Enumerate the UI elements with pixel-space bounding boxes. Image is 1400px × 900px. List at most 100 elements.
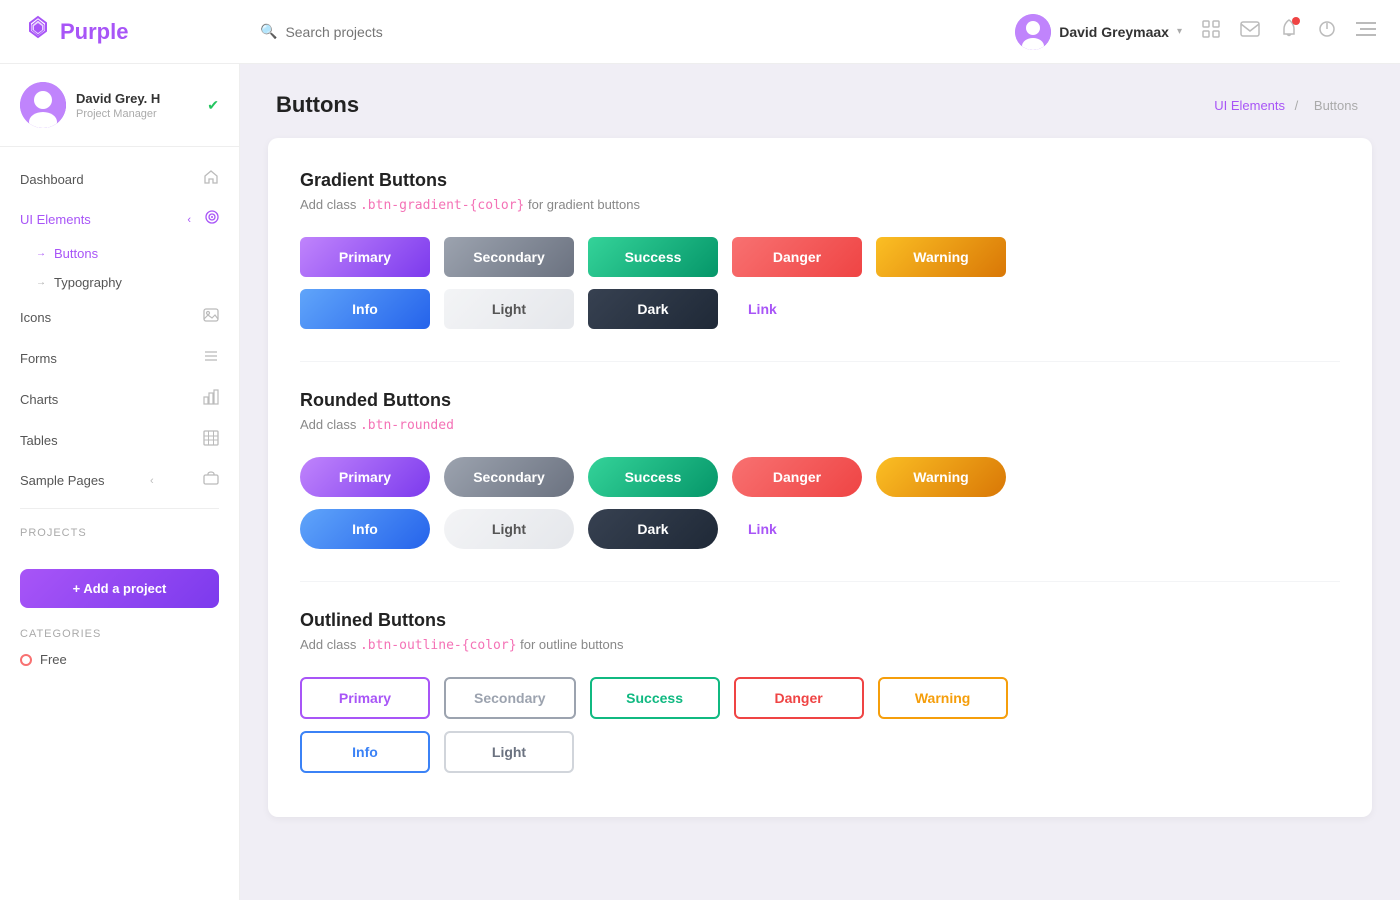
btn-outlined-secondary[interactable]: Secondary — [444, 677, 576, 719]
buttons-label: Buttons — [54, 246, 98, 261]
target-icon — [205, 210, 219, 229]
typography-label: Typography — [54, 275, 122, 290]
free-dot-icon — [20, 654, 32, 666]
sidebar-item-tables[interactable]: Tables — [0, 420, 239, 461]
sidebar-user-info: David Grey. H Project Manager — [76, 91, 160, 120]
ui-elements-label: UI Elements — [20, 212, 91, 227]
sidebar: David Grey. H Project Manager ✔ Dashboar… — [0, 64, 240, 900]
btn-rounded-info[interactable]: Info — [300, 509, 430, 549]
sidebar-item-sample-pages[interactable]: Sample Pages ‹ — [0, 461, 239, 500]
bell-icon[interactable] — [1280, 19, 1298, 44]
sidebar-item-charts[interactable]: Charts — [0, 379, 239, 420]
tables-label: Tables — [20, 433, 58, 448]
search-icon: 🔍 — [260, 23, 277, 40]
sidebar-free-item[interactable]: Free — [0, 644, 239, 675]
add-project-button[interactable]: + Add a project — [20, 569, 219, 608]
user-area[interactable]: David Greymaax ▾ — [1015, 14, 1182, 50]
btn-rounded-danger[interactable]: Danger — [732, 457, 862, 497]
projects-label: Projects — [20, 527, 219, 539]
btn-rounded-secondary[interactable]: Secondary — [444, 457, 574, 497]
btn-gradient-danger[interactable]: Danger — [732, 237, 862, 277]
rounded-btn-row-2: Info Light Dark Link — [300, 509, 1340, 549]
sidebar-submenu: → Buttons → Typography — [0, 239, 239, 297]
dashboard-label: Dashboard — [20, 172, 84, 187]
sidebar-user-role: Project Manager — [76, 108, 160, 120]
btn-gradient-link[interactable]: Link — [732, 289, 793, 329]
breadcrumb-parent[interactable]: UI Elements — [1214, 98, 1285, 113]
btn-gradient-light[interactable]: Light — [444, 289, 574, 329]
btn-gradient-dark[interactable]: Dark — [588, 289, 718, 329]
sample-pages-label: Sample Pages — [20, 473, 105, 488]
btn-outlined-primary[interactable]: Primary — [300, 677, 430, 719]
btn-outlined-light[interactable]: Light — [444, 731, 574, 773]
charts-label: Charts — [20, 392, 58, 407]
logo-area: Purple — [24, 15, 244, 49]
btn-gradient-info[interactable]: Info — [300, 289, 430, 329]
layout: David Grey. H Project Manager ✔ Dashboar… — [0, 64, 1400, 900]
btn-rounded-dark[interactable]: Dark — [588, 509, 718, 549]
outlined-btn-row-2: Info Light — [300, 731, 1340, 773]
buttons-card: Gradient Buttons Add class .btn-gradient… — [268, 138, 1372, 817]
btn-rounded-success[interactable]: Success — [588, 457, 718, 497]
btn-outlined-danger[interactable]: Danger — [734, 677, 864, 719]
btn-gradient-warning[interactable]: Warning — [876, 237, 1006, 277]
gradient-section: Gradient Buttons Add class .btn-gradient… — [300, 170, 1340, 329]
btn-rounded-light[interactable]: Light — [444, 509, 574, 549]
btn-outlined-warning[interactable]: Warning — [878, 677, 1008, 719]
home-icon — [203, 169, 219, 190]
grid-icon — [203, 430, 219, 451]
user-name: David Greymaax — [1059, 24, 1169, 40]
rounded-desc-class: .btn-rounded — [360, 418, 454, 433]
sidebar-item-icons[interactable]: Icons — [0, 297, 239, 338]
btn-outlined-info[interactable]: Info — [300, 731, 430, 773]
sidebar-sub-typography[interactable]: → Typography — [36, 268, 239, 297]
outlined-btn-row-1: Primary Secondary Success Danger Warning — [300, 677, 1340, 719]
arrow-icon: → — [36, 248, 46, 259]
rounded-desc: Add class .btn-rounded — [300, 417, 1340, 433]
btn-gradient-success[interactable]: Success — [588, 237, 718, 277]
bar-chart-icon — [203, 389, 219, 410]
search-input[interactable] — [285, 24, 525, 40]
mail-icon[interactable] — [1240, 21, 1260, 42]
sidebar-item-ui-elements[interactable]: UI Elements ‹ — [0, 200, 239, 239]
btn-rounded-link[interactable]: Link — [732, 509, 793, 549]
hamburger-icon[interactable] — [1356, 21, 1376, 42]
logo-icon — [24, 15, 52, 49]
gradient-btn-row-1: Primary Secondary Success Danger Warning — [300, 237, 1340, 277]
expand-icon[interactable] — [1202, 20, 1220, 43]
icons-label: Icons — [20, 310, 51, 325]
search-area: 🔍 — [260, 23, 999, 40]
sidebar-profile: David Grey. H Project Manager ✔ — [0, 64, 239, 147]
sidebar-item-forms[interactable]: Forms — [0, 338, 239, 379]
categories-label: Categories — [0, 618, 239, 644]
rounded-title: Rounded Buttons — [300, 390, 1340, 411]
main-content: Buttons UI Elements / Buttons Gradient B… — [240, 64, 1400, 900]
btn-rounded-warning[interactable]: Warning — [876, 457, 1006, 497]
btn-rounded-primary[interactable]: Primary — [300, 457, 430, 497]
sidebar-sub-buttons[interactable]: → Buttons — [36, 239, 239, 268]
section-divider-1 — [300, 361, 1340, 362]
gradient-btn-row-2: Info Light Dark Link — [300, 289, 1340, 329]
gradient-desc: Add class .btn-gradient-{color} for grad… — [300, 197, 1340, 213]
forms-label: Forms — [20, 351, 57, 366]
sidebar-projects-section: Projects — [0, 517, 239, 559]
btn-outlined-success[interactable]: Success — [590, 677, 720, 719]
rounded-btn-row-1: Primary Secondary Success Danger Warning — [300, 457, 1340, 497]
verified-icon: ✔ — [207, 97, 219, 114]
rounded-desc-prefix: Add class — [300, 417, 360, 432]
sidebar-item-dashboard[interactable]: Dashboard — [0, 159, 239, 200]
rounded-section: Rounded Buttons Add class .btn-rounded P… — [300, 390, 1340, 549]
free-label: Free — [40, 652, 67, 667]
outlined-desc: Add class .btn-outline-{color} for outli… — [300, 637, 1340, 653]
breadcrumb-current: Buttons — [1314, 98, 1358, 113]
gradient-title: Gradient Buttons — [300, 170, 1340, 191]
gradient-desc-prefix: Add class — [300, 197, 360, 212]
power-icon[interactable] — [1318, 20, 1336, 43]
sidebar-nav: Dashboard UI Elements ‹ → Buttons → — [0, 147, 239, 900]
briefcase-icon — [203, 471, 219, 490]
image-icon — [203, 307, 219, 328]
gradient-desc-class: .btn-gradient-{color} — [360, 198, 524, 213]
btn-gradient-secondary[interactable]: Secondary — [444, 237, 574, 277]
btn-gradient-primary[interactable]: Primary — [300, 237, 430, 277]
divider — [20, 508, 219, 509]
